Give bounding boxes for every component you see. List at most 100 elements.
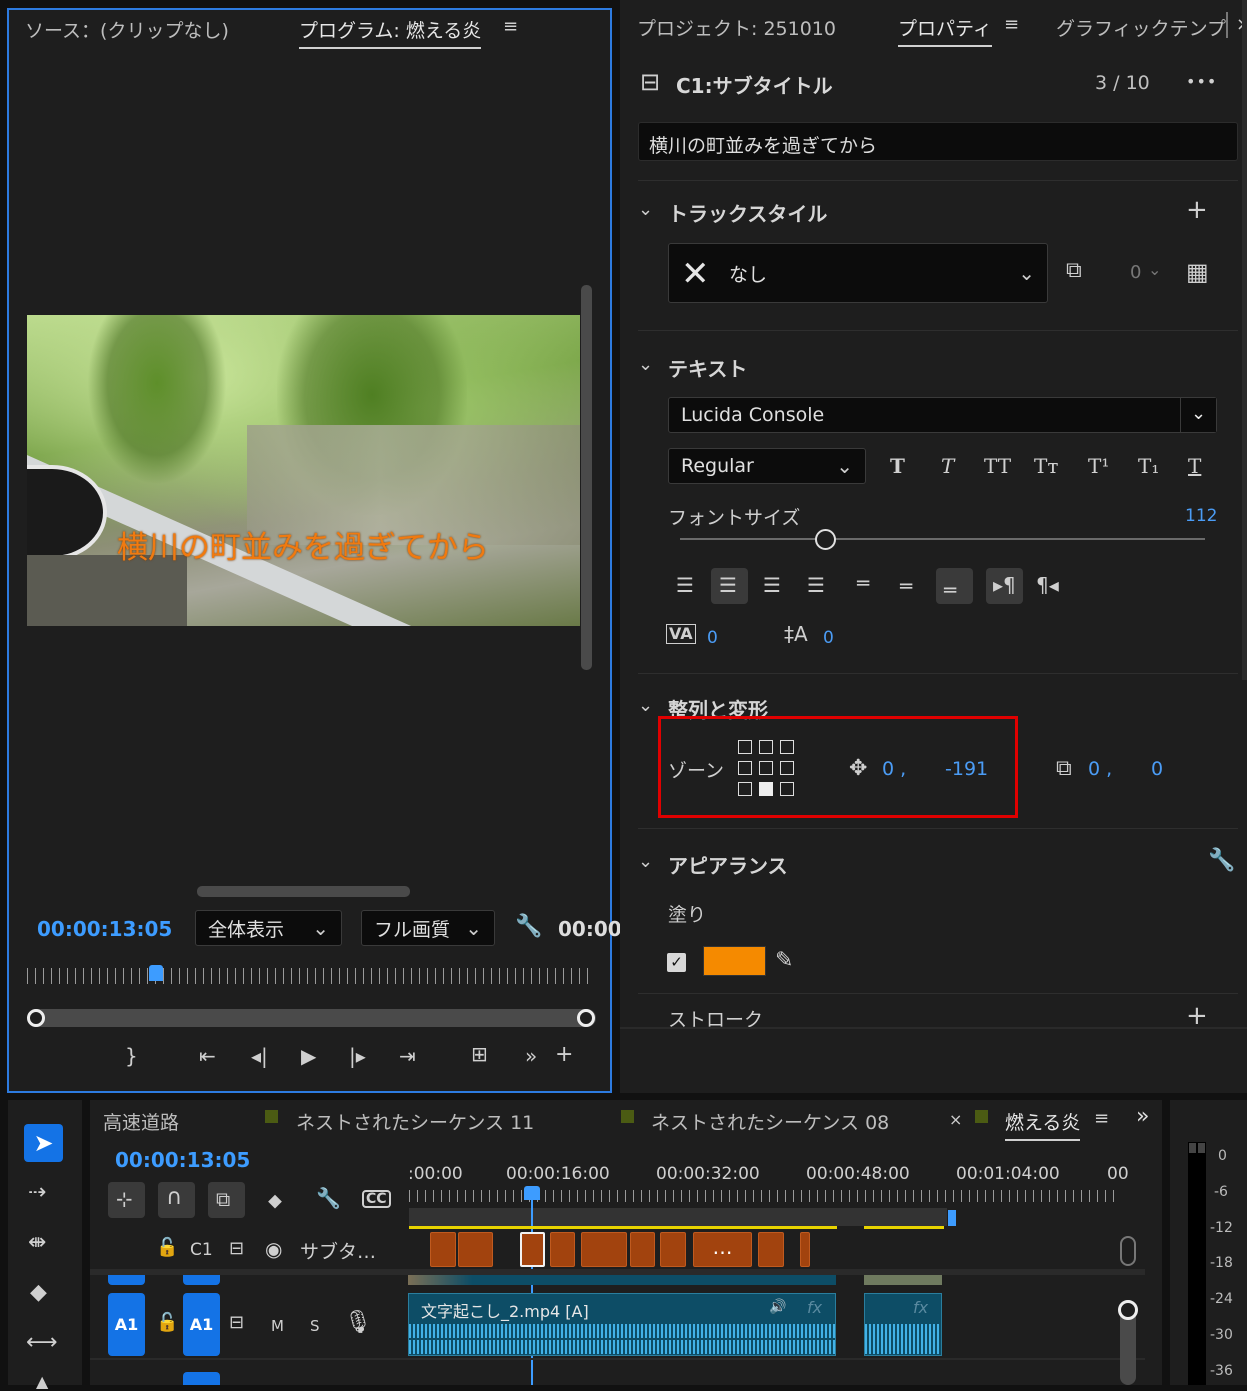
tracking-icon[interactable]: VA (666, 624, 696, 644)
marker-icon[interactable]: ⬥ (268, 1190, 282, 1210)
underline-button[interactable]: T (1188, 454, 1201, 478)
a2-target-badge[interactable] (183, 1372, 220, 1385)
add-stroke-icon[interactable]: + (1186, 1003, 1208, 1029)
caption-clip[interactable] (550, 1232, 575, 1267)
zone-cell-selected[interactable] (759, 782, 773, 796)
zone-cell[interactable] (738, 740, 752, 754)
panel-menu-icon[interactable]: ≡ (503, 18, 518, 36)
mark-out-icon[interactable]: } (125, 1046, 138, 1066)
italic-button[interactable]: T (941, 454, 954, 478)
zone-cell[interactable] (759, 740, 773, 754)
panel-menu-icon[interactable]: ≡ (1004, 16, 1019, 34)
audio-clip[interactable]: 文字起こし_2.mp4 [A] fx 🔊 (408, 1293, 836, 1356)
sync-lock-icon[interactable]: ⊟ (229, 1314, 244, 1332)
timeline-vscroll[interactable] (1120, 1236, 1136, 1266)
monitor-scrollbar[interactable] (581, 285, 592, 670)
audio-clip[interactable]: fx (864, 1293, 942, 1356)
small-caps-button[interactable]: Tт (1034, 454, 1058, 478)
timeline-timecode[interactable]: 00:00:13:05 (115, 1148, 250, 1172)
more-controls-icon[interactable]: » (525, 1046, 537, 1066)
tracking-value[interactable]: 0 (707, 628, 718, 648)
all-caps-button[interactable]: TT (984, 454, 1011, 478)
eye-icon[interactable]: ◉ (265, 1239, 282, 1259)
align-top-icon[interactable]: ═ (857, 573, 869, 593)
zoom-handle-left[interactable] (27, 1009, 45, 1027)
font-size-value[interactable]: 112 (1185, 506, 1217, 526)
zone-grid[interactable] (738, 740, 800, 800)
align-right-icon[interactable]: ☰ (763, 575, 781, 595)
timeline-vscroll-handle[interactable] (1118, 1300, 1138, 1320)
rtl-paragraph-icon[interactable]: ¶◂ (1036, 575, 1059, 595)
tab-burning-flame[interactable]: 燃える炎 (1005, 1108, 1081, 1141)
font-family-select[interactable]: Lucida Console (668, 397, 1217, 433)
zone-cell[interactable] (780, 761, 794, 775)
play-icon[interactable]: ▶ (301, 1046, 316, 1066)
fit-select[interactable]: 全体表示 ⌄ (195, 910, 342, 946)
chevron-down-icon[interactable]: ⌄ (638, 201, 653, 219)
tab-nested-sequence-11[interactable]: ネストされたシーケンス 11 (296, 1108, 534, 1135)
go-to-in-icon[interactable]: ⇤ (199, 1046, 216, 1066)
grid-icon[interactable]: ▦ (1186, 260, 1209, 284)
caption-clip[interactable] (581, 1232, 627, 1267)
go-to-out-icon[interactable]: ⇥ (399, 1046, 416, 1066)
timeline-ruler[interactable] (409, 1190, 1121, 1202)
wrench-icon[interactable]: 🔧 (1208, 850, 1235, 872)
a1-target-badge[interactable]: A1 (183, 1293, 220, 1356)
mute-button[interactable]: M (271, 1317, 284, 1335)
lock-icon[interactable]: 🔓 (156, 1239, 178, 1257)
video-clip-thumbnail[interactable] (408, 1275, 836, 1285)
microphone-icon[interactable]: 🎙 (344, 1312, 372, 1334)
add-style-icon[interactable]: + (1186, 197, 1208, 223)
scale-x-value[interactable]: 0 , (1088, 758, 1112, 780)
close-tab-icon[interactable]: × (949, 1110, 962, 1129)
more-options-icon[interactable]: ••• (1186, 72, 1217, 91)
caption-clip[interactable] (630, 1232, 655, 1267)
step-forward-icon[interactable]: |▸ (349, 1046, 366, 1066)
pen-tool-icon[interactable]: ▲ (36, 1374, 48, 1390)
zone-cell[interactable] (780, 782, 794, 796)
chevron-down-icon[interactable]: ⌄ (638, 853, 653, 871)
font-size-slider-knob[interactable] (815, 529, 837, 550)
caption-clip[interactable] (800, 1232, 810, 1267)
tab-graphics-template[interactable]: グラフィックテンプ (1056, 14, 1226, 41)
position-x-value[interactable]: 0 , (882, 758, 906, 780)
selection-tool-button[interactable]: ➤ (24, 1124, 63, 1162)
tab-sequence-highway[interactable]: 高速道路 (103, 1108, 179, 1135)
leading-icon[interactable]: ‡A (784, 624, 808, 644)
tab-program[interactable]: プログラム: 燃える炎 (299, 16, 482, 49)
bold-button[interactable]: T (890, 454, 905, 478)
scale-y-value[interactable]: 0 (1151, 758, 1163, 780)
slip-tool-icon[interactable]: ⟷ (26, 1332, 58, 1354)
zone-cell[interactable] (738, 761, 752, 775)
position-y-value[interactable]: -191 (945, 758, 988, 780)
playhead-head[interactable] (524, 1186, 540, 1200)
sync-lock-icon[interactable]: ⊟ (229, 1240, 244, 1258)
zoom-handle-right[interactable] (577, 1009, 595, 1027)
step-back-icon[interactable]: ◂| (251, 1046, 268, 1066)
razor-tool-icon[interactable]: ◆ (30, 1282, 47, 1304)
caption-clip[interactable] (660, 1232, 686, 1267)
more-tabs-icon[interactable]: » (1136, 1104, 1149, 1129)
caption-clip[interactable] (758, 1232, 784, 1267)
panel-scroll-edge[interactable] (1242, 0, 1247, 680)
v1-target-badge[interactable] (183, 1275, 220, 1285)
lift-icon[interactable]: ⊞ (471, 1044, 488, 1064)
wrench-icon[interactable]: 🔧 (316, 1188, 341, 1208)
work-area-bar[interactable] (409, 1208, 947, 1226)
v1-track-badge[interactable] (108, 1275, 145, 1285)
monitor-time-ruler[interactable] (27, 968, 593, 984)
eyedropper-icon[interactable]: ✎ (775, 950, 793, 972)
playhead-marker[interactable] (149, 965, 163, 981)
subscript-button[interactable]: T₁ (1138, 454, 1159, 478)
zoom-bar[interactable] (29, 1009, 596, 1027)
justify-icon[interactable]: ☰ (807, 575, 825, 595)
align-middle-icon[interactable]: ═ (900, 576, 912, 596)
caption-text-field[interactable]: 横川の町並みを過ぎてから (638, 122, 1238, 161)
work-area-end[interactable] (948, 1210, 956, 1226)
chevron-down-icon[interactable]: ⌄ (638, 697, 653, 715)
push-style-icon[interactable]: ⧉ (1066, 260, 1082, 282)
captions-icon[interactable]: CC (362, 1190, 391, 1208)
fill-checkbox[interactable]: ✓ (667, 953, 686, 972)
tab-project[interactable]: プロジェクト: 251010 (637, 14, 836, 41)
solo-button[interactable]: S (310, 1317, 320, 1335)
